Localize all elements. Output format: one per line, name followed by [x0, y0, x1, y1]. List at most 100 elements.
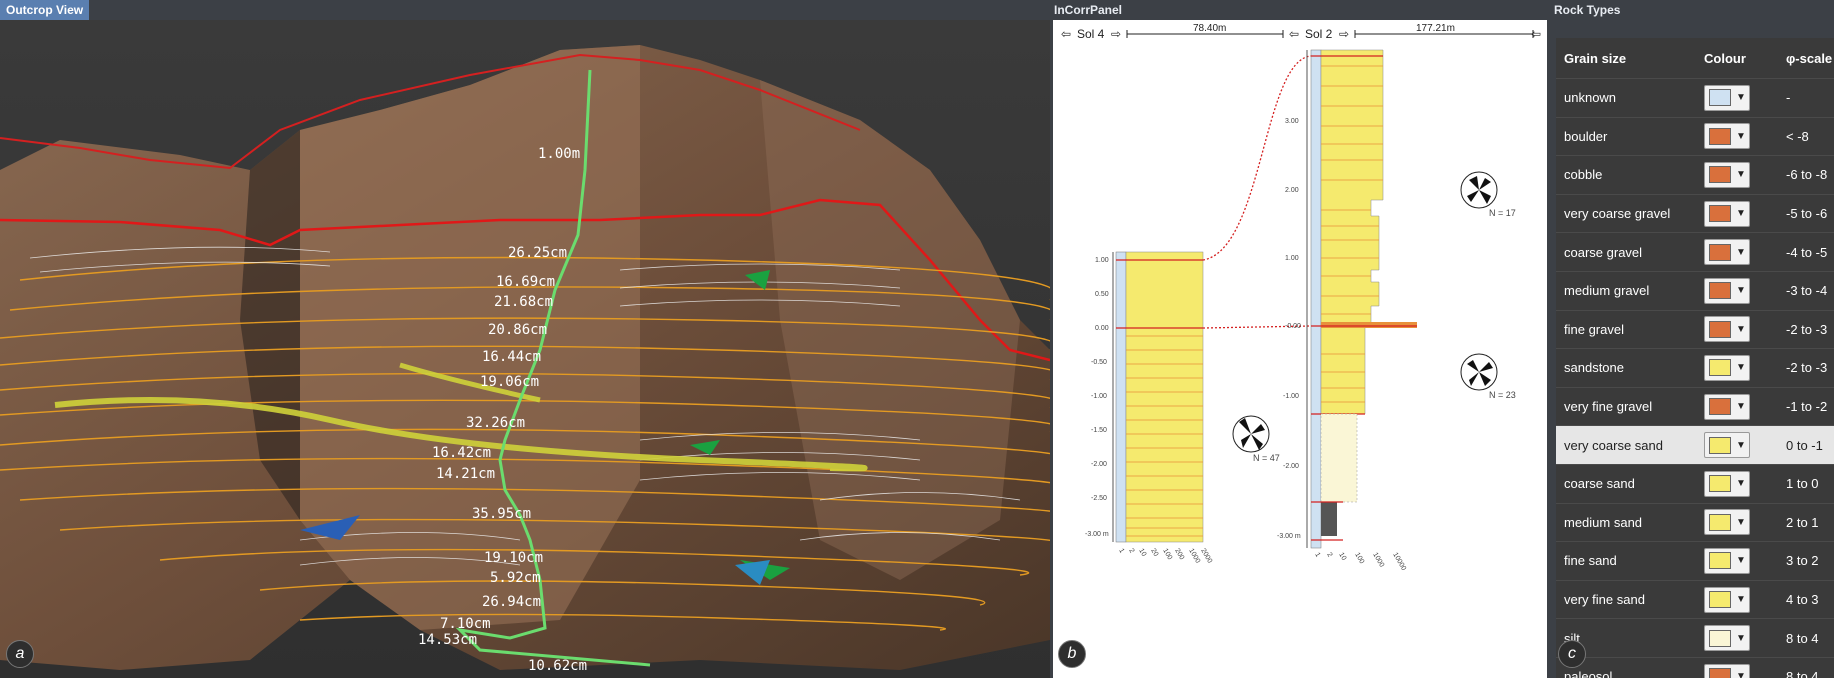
- colour-cell: ▼: [1694, 625, 1778, 652]
- table-row[interactable]: very fine sand ▼ 4 to 3: [1556, 580, 1834, 620]
- correlation-line-top[interactable]: [1202, 55, 1312, 261]
- rose-diagram-2[interactable]: N = 17: [1460, 171, 1516, 218]
- log-sol-4[interactable]: [1112, 251, 1204, 543]
- sol-left-arrow-right[interactable]: ⇨: [1111, 27, 1121, 41]
- phi-value: < -8: [1786, 128, 1809, 144]
- right-log-sandstone: [1320, 49, 1384, 415]
- table-row[interactable]: unknown ▼ -: [1556, 79, 1834, 118]
- table-row[interactable]: coarse sand ▼ 1 to 0: [1556, 464, 1834, 504]
- measurement-label[interactable]: 14.21cm: [436, 466, 495, 482]
- colour-picker[interactable]: ▼: [1704, 123, 1750, 150]
- correlation-svg[interactable]: ⇦ Sol 4 ⇨ 78.40m ⇦ Sol 2 ⇨ 177.21m ⇦ 1.0…: [1053, 20, 1547, 678]
- rose-diagram-1[interactable]: N = 47: [1232, 415, 1280, 463]
- table-row[interactable]: fine gravel ▼ -2 to -3: [1556, 310, 1834, 350]
- measurement-label[interactable]: 1.00m: [538, 146, 580, 162]
- grain-size-name: very coarse sand: [1564, 437, 1663, 453]
- sol-right-arrow[interactable]: ⇨: [1339, 27, 1349, 41]
- table-row[interactable]: paleosol ▼ 8 to 4: [1556, 657, 1834, 678]
- left-axis-ticks: 1.00 0.50 0.00 -0.50 -1.00 -1.50 -2.00 -…: [1085, 257, 1109, 538]
- chevron-down-icon: ▼: [1736, 516, 1746, 528]
- measurement-label[interactable]: 10.62cm: [528, 658, 587, 674]
- grain-size-name: paleosol: [1564, 669, 1613, 678]
- measurement-label[interactable]: 32.26cm: [466, 415, 525, 431]
- table-row[interactable]: coarse gravel ▼ -4 to -5: [1556, 233, 1834, 272]
- rock-types-table[interactable]: Grain size Colour φ-scale unknown ▼ - bould…: [1556, 38, 1834, 678]
- tick-label: -1.00: [1283, 393, 1299, 400]
- table-row[interactable]: silt ▼ 8 to 4: [1556, 619, 1834, 658]
- right-bottom-ticks: 1 2 10 100 1000 10000: [1313, 552, 1407, 572]
- phi-value: 2 to 1: [1786, 514, 1819, 530]
- colour-picker[interactable]: ▼: [1704, 509, 1750, 536]
- measurement-label[interactable]: 16.44cm: [482, 349, 541, 365]
- colour-picker[interactable]: ▼: [1704, 161, 1750, 188]
- sol-left-arrow[interactable]: ⇦: [1061, 27, 1071, 41]
- outcrop-3d-view[interactable]: 1.00m 26.25cm 16.69cm 21.68cm 20.86cm 16…: [0, 20, 1050, 678]
- grain-size-name: very coarse gravel: [1564, 206, 1671, 222]
- measurement-label[interactable]: 16.69cm: [496, 274, 555, 290]
- colour-cell: ▼: [1694, 509, 1778, 536]
- grain-size-name: very fine gravel: [1564, 399, 1653, 415]
- sol-far-arrow[interactable]: ⇦: [1531, 27, 1541, 41]
- colour-picker[interactable]: ▼: [1704, 84, 1750, 111]
- measurement-label[interactable]: 19.06cm: [480, 374, 539, 390]
- colour-swatch: [1709, 89, 1731, 107]
- tick-label: -2.50: [1091, 495, 1107, 502]
- phi-value: -5 to -6: [1786, 206, 1828, 222]
- outcrop-view-panel[interactable]: Outcrop View 1.00m 26.25cm 16.69cm 21.68…: [0, 0, 1050, 678]
- measurement-label[interactable]: 35.95cm: [472, 506, 531, 522]
- colour-picker[interactable]: ▼: [1704, 625, 1750, 652]
- panel-label-c: c: [1558, 640, 1586, 668]
- rock-types-panel[interactable]: Rock Types Grain size Colour φ-scale unk…: [1550, 0, 1834, 678]
- tick-label: 2000: [1199, 548, 1213, 565]
- colour-picker[interactable]: ▼: [1704, 547, 1750, 574]
- colour-picker[interactable]: ▼: [1704, 470, 1750, 497]
- measurement-label[interactable]: 16.42cm: [432, 445, 491, 461]
- table-row[interactable]: boulder ▼ < -8: [1556, 117, 1834, 157]
- left-log-sandstone: [1125, 251, 1204, 543]
- table-row[interactable]: medium sand ▼ 2 to 1: [1556, 503, 1834, 543]
- tick-label: 2.00: [1285, 187, 1299, 194]
- measurement-label[interactable]: 21.68cm: [494, 294, 553, 310]
- measurement-label[interactable]: 26.25cm: [508, 245, 567, 261]
- rose-diagram-3[interactable]: N = 23: [1460, 353, 1516, 400]
- correlation-canvas[interactable]: ⇦ Sol 4 ⇨ 78.40m ⇦ Sol 2 ⇨ 177.21m ⇦ 1.0…: [1053, 20, 1547, 678]
- table-row[interactable]: fine sand ▼ 3 to 2: [1556, 542, 1834, 581]
- grain-size-name: boulder: [1564, 128, 1608, 144]
- chevron-down-icon: ▼: [1736, 401, 1746, 413]
- table-row[interactable]: sandstone ▼ -2 to -3: [1556, 349, 1834, 388]
- colour-swatch: [1709, 398, 1731, 416]
- sol-right-arrow-left[interactable]: ⇦: [1289, 27, 1299, 41]
- tick-label: -0.50: [1091, 359, 1107, 366]
- colour-cell: ▼: [1694, 239, 1778, 266]
- measurement-label[interactable]: 20.86cm: [488, 322, 547, 338]
- colour-picker[interactable]: ▼: [1704, 239, 1750, 266]
- colour-picker[interactable]: ▼: [1704, 316, 1750, 343]
- incorr-panel[interactable]: InCorrPanel ⇦ Sol 4 ⇨ 78.40m ⇦ Sol 2 ⇨ 1…: [1050, 0, 1550, 678]
- phi-value: -4 to -5: [1786, 244, 1828, 260]
- phi-value: 3 to 2: [1786, 553, 1819, 569]
- right-log-dark-layer: [1321, 502, 1337, 536]
- measurement-label[interactable]: 19.10cm: [484, 550, 543, 566]
- colour-picker[interactable]: ▼: [1704, 586, 1750, 613]
- measurement-label[interactable]: 5.92cm: [490, 570, 541, 586]
- rose-count: N = 17: [1489, 208, 1516, 218]
- table-row[interactable]: very coarse sand ▼ 0 to -1: [1556, 426, 1834, 465]
- log-sol-2[interactable]: [1306, 49, 1417, 549]
- tick-label: 10: [1337, 552, 1347, 562]
- table-row[interactable]: cobble ▼ -6 to -8: [1556, 156, 1834, 195]
- colour-picker[interactable]: ▼: [1704, 393, 1750, 420]
- colour-picker[interactable]: ▼: [1704, 277, 1750, 304]
- colour-picker[interactable]: ▼: [1704, 663, 1750, 678]
- measurement-label[interactable]: 14.53cm: [418, 632, 477, 648]
- colour-cell: ▼: [1694, 432, 1778, 459]
- colour-picker[interactable]: ▼: [1704, 432, 1750, 459]
- measurement-label[interactable]: 7.10cm: [440, 616, 491, 632]
- table-row[interactable]: very fine gravel ▼ -1 to -2: [1556, 387, 1834, 427]
- table-row[interactable]: medium gravel ▼ -3 to -4: [1556, 271, 1834, 311]
- measurement-label[interactable]: 26.94cm: [482, 594, 541, 610]
- colour-cell: ▼: [1694, 84, 1778, 111]
- colour-picker[interactable]: ▼: [1704, 200, 1750, 227]
- table-row[interactable]: very coarse gravel ▼ -5 to -6: [1556, 194, 1834, 234]
- colour-picker[interactable]: ▼: [1704, 354, 1750, 381]
- phi-value: -2 to -3: [1786, 360, 1828, 376]
